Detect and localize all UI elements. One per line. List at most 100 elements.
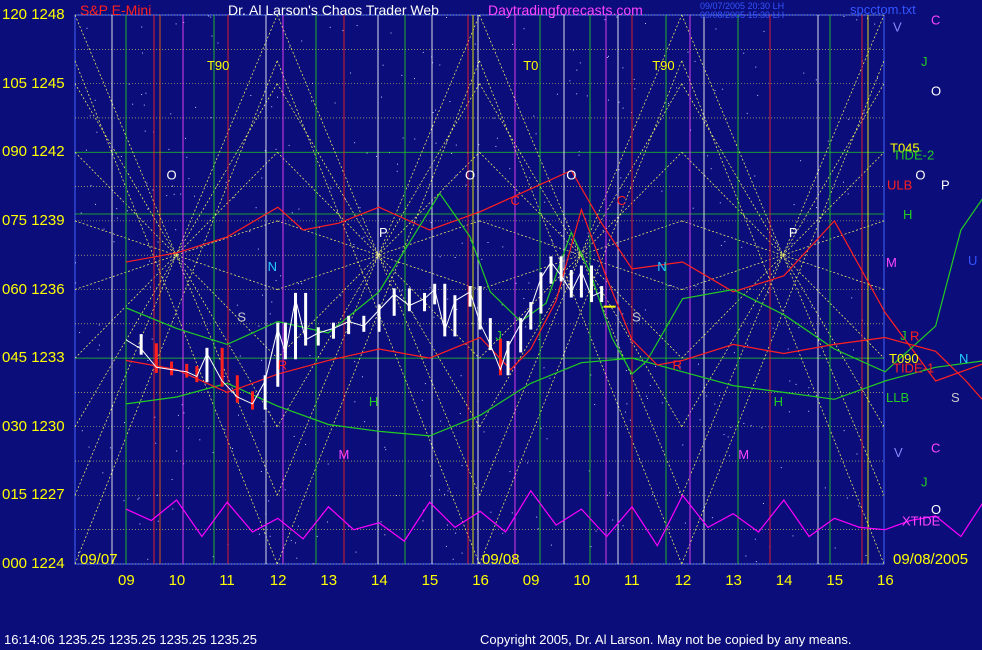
star-dot <box>622 67 624 69</box>
star-dot <box>622 525 624 527</box>
star-dot <box>747 344 749 346</box>
star-dot <box>298 208 300 210</box>
star-dot <box>719 202 721 204</box>
star-dot <box>225 181 227 183</box>
right-label: C <box>931 13 940 28</box>
star-dot <box>646 395 648 397</box>
star-dot <box>446 17 447 18</box>
star-dot <box>432 112 434 113</box>
star-dot <box>455 144 457 146</box>
star-dot <box>385 449 387 451</box>
star-dot <box>149 260 150 262</box>
star-dot <box>172 508 174 510</box>
star-dot <box>590 546 592 548</box>
star-dot <box>271 301 273 303</box>
star-dot <box>401 74 403 76</box>
star-dot <box>811 306 813 308</box>
star-dot <box>815 79 817 81</box>
star-dot <box>414 138 416 140</box>
star-dot <box>843 181 844 183</box>
star-dot <box>447 490 449 492</box>
star-dot <box>249 231 251 233</box>
star-dot <box>624 411 626 413</box>
star-dot <box>142 52 143 54</box>
star-dot <box>876 77 878 79</box>
star-dot <box>261 177 263 179</box>
star-dot <box>255 207 257 209</box>
star-dot <box>288 144 290 146</box>
star-dot <box>714 403 716 405</box>
star-dot <box>578 154 580 156</box>
star-dot <box>523 298 525 299</box>
chart-label: T90 <box>207 58 229 73</box>
star-dot <box>433 316 435 318</box>
star-dot <box>622 313 624 315</box>
star-dot <box>188 427 189 429</box>
star-dot <box>175 23 177 25</box>
star-dot <box>661 190 663 192</box>
star-dot <box>572 251 574 253</box>
star-dot <box>550 544 552 546</box>
chart-label: N <box>657 259 666 274</box>
star-dot <box>143 104 145 106</box>
star-dot <box>572 49 574 51</box>
star-dot <box>113 241 115 243</box>
star-dot <box>177 414 179 416</box>
star-dot <box>527 462 529 464</box>
right-label: N <box>959 351 968 366</box>
star-dot <box>445 545 447 547</box>
right-label: ULB <box>887 177 912 192</box>
star-dot <box>435 109 436 111</box>
star-dot <box>788 411 790 413</box>
star-dot <box>258 325 260 327</box>
star-dot <box>401 290 403 292</box>
chart-label: P <box>789 225 798 240</box>
star-dot <box>763 503 764 504</box>
chart-label: P <box>379 225 388 240</box>
star-dot <box>429 287 431 289</box>
star-dot <box>275 280 277 282</box>
star-dot <box>800 160 802 162</box>
star-dot <box>604 19 606 21</box>
x-tick-label: 16 <box>472 572 489 589</box>
star-dot <box>382 64 384 66</box>
x-tick-label: 13 <box>320 572 338 589</box>
star-dot <box>88 446 90 448</box>
star-dot <box>366 152 368 154</box>
star-dot <box>495 146 497 147</box>
star-dot <box>334 102 336 104</box>
star-dot <box>819 355 821 356</box>
chart-label: O <box>566 168 576 183</box>
star-dot <box>280 275 282 277</box>
chart-label: O <box>166 168 176 183</box>
star-dot <box>124 422 125 424</box>
star-dot <box>90 185 92 187</box>
star-dot <box>493 117 495 119</box>
x-tick-label: 14 <box>775 572 793 589</box>
star-dot <box>376 155 377 157</box>
star-dot <box>132 103 134 105</box>
star-dot <box>236 304 238 306</box>
star-dot <box>356 25 358 26</box>
star-dot <box>602 229 604 231</box>
right-label: J <box>921 54 928 69</box>
star-dot <box>529 177 531 179</box>
star-dot <box>233 197 235 199</box>
star-dot <box>724 241 726 243</box>
star-dot <box>188 178 190 180</box>
star-dot <box>710 168 712 170</box>
star-dot <box>327 463 329 465</box>
star-dot <box>763 30 765 32</box>
star-dot <box>525 326 527 328</box>
chart-label: C <box>511 193 520 208</box>
star-dot <box>661 402 663 404</box>
star-dot <box>98 344 100 346</box>
star-dot <box>156 494 158 496</box>
star-dot <box>625 370 627 372</box>
star-dot <box>461 552 463 554</box>
file-name: spcctom.txt <box>850 2 916 17</box>
star-dot <box>808 387 810 389</box>
star-dot <box>224 429 226 431</box>
star-dot <box>89 115 91 117</box>
chart-plot: T90 T0 T90O O O OP PC CN NS SJ JR RH HM MV CJOT045TIDE… <box>74 13 982 568</box>
